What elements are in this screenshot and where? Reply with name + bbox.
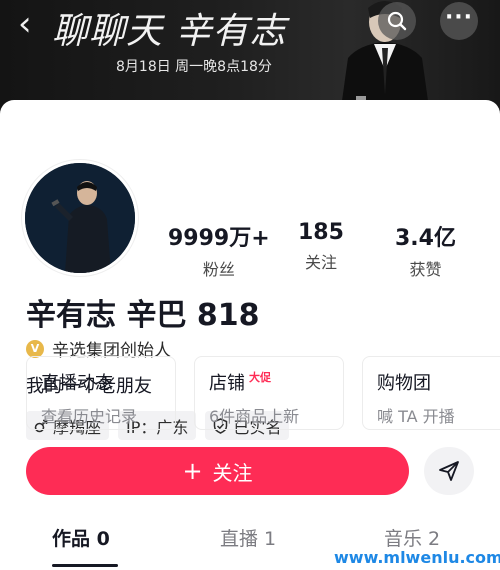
tab-works[interactable]: 作品 0 [52, 524, 110, 551]
follow-button[interactable]: + 关注 [26, 447, 409, 495]
tile-shopping-group[interactable]: 购物团 喊 TA 开播 [362, 356, 500, 430]
fans-label: 粉丝 [202, 260, 235, 279]
following-count: 185 [298, 220, 344, 245]
tile-live-subtitle: 查看历史记录 [41, 407, 138, 426]
active-tab-indicator [52, 564, 118, 567]
verified-badge-icon: V [26, 339, 44, 358]
stat-likes[interactable]: 3.4亿 获赞 [395, 220, 456, 280]
tile-shop-title-row: 店铺 大促 [209, 369, 329, 395]
profile-banner: ‹ 聊聊天 辛有志 8月18日 周一晚8点18分 ··· [0, 0, 500, 115]
tile-shop-subtitle: 6件商品上新 [209, 407, 300, 426]
following-label: 关注 [304, 253, 337, 272]
promo-badge: 大促 [249, 371, 271, 384]
plus-icon: + [182, 457, 203, 485]
watermark: www.mlwenlu.com [334, 548, 500, 567]
profile-card: 9999万+ 粉丝 185 关注 3.4亿 获赞 辛有志 辛巴 818 V 辛选… [0, 100, 500, 570]
stat-following[interactable]: 185 关注 [298, 220, 344, 273]
tile-live-title: 直播动态 [41, 373, 113, 394]
tab-music[interactable]: 音乐 2 [384, 524, 440, 551]
more-button[interactable]: ··· [440, 2, 478, 40]
tile-live-updates[interactable]: 直播动态 查看历史记录 [26, 356, 176, 430]
more-icon: ··· [444, 4, 474, 30]
profile-name: 辛有志 辛巴 818 [26, 298, 260, 333]
avatar[interactable] [22, 160, 138, 276]
banner-subtitle: 8月18日 周一晚8点18分 [116, 59, 272, 75]
tab-live[interactable]: 直播 1 [220, 524, 276, 551]
likes-label: 获赞 [409, 260, 442, 279]
share-button[interactable] [424, 447, 474, 495]
send-icon [439, 461, 459, 481]
back-icon[interactable]: ‹ [18, 4, 32, 44]
stat-fans[interactable]: 9999万+ 粉丝 [168, 220, 270, 280]
avatar-image [25, 163, 135, 273]
banner-title: 聊聊天 辛有志 [52, 11, 287, 52]
tile-group-title: 购物团 [377, 373, 431, 394]
tile-shop-title: 店铺 [209, 373, 245, 394]
follow-label: 关注 [212, 460, 253, 485]
search-button[interactable] [378, 2, 416, 40]
likes-count: 3.4亿 [395, 226, 456, 251]
tile-shop[interactable]: 店铺 大促 6件商品上新 [194, 356, 344, 430]
fans-count: 9999万+ [168, 226, 270, 251]
tile-group-subtitle: 喊 TA 开播 [377, 407, 455, 426]
search-icon [387, 11, 407, 31]
feature-tiles: 直播动态 查看历史记录 店铺 大促 6件商品上新 购物团 喊 TA 开播 [26, 356, 500, 430]
